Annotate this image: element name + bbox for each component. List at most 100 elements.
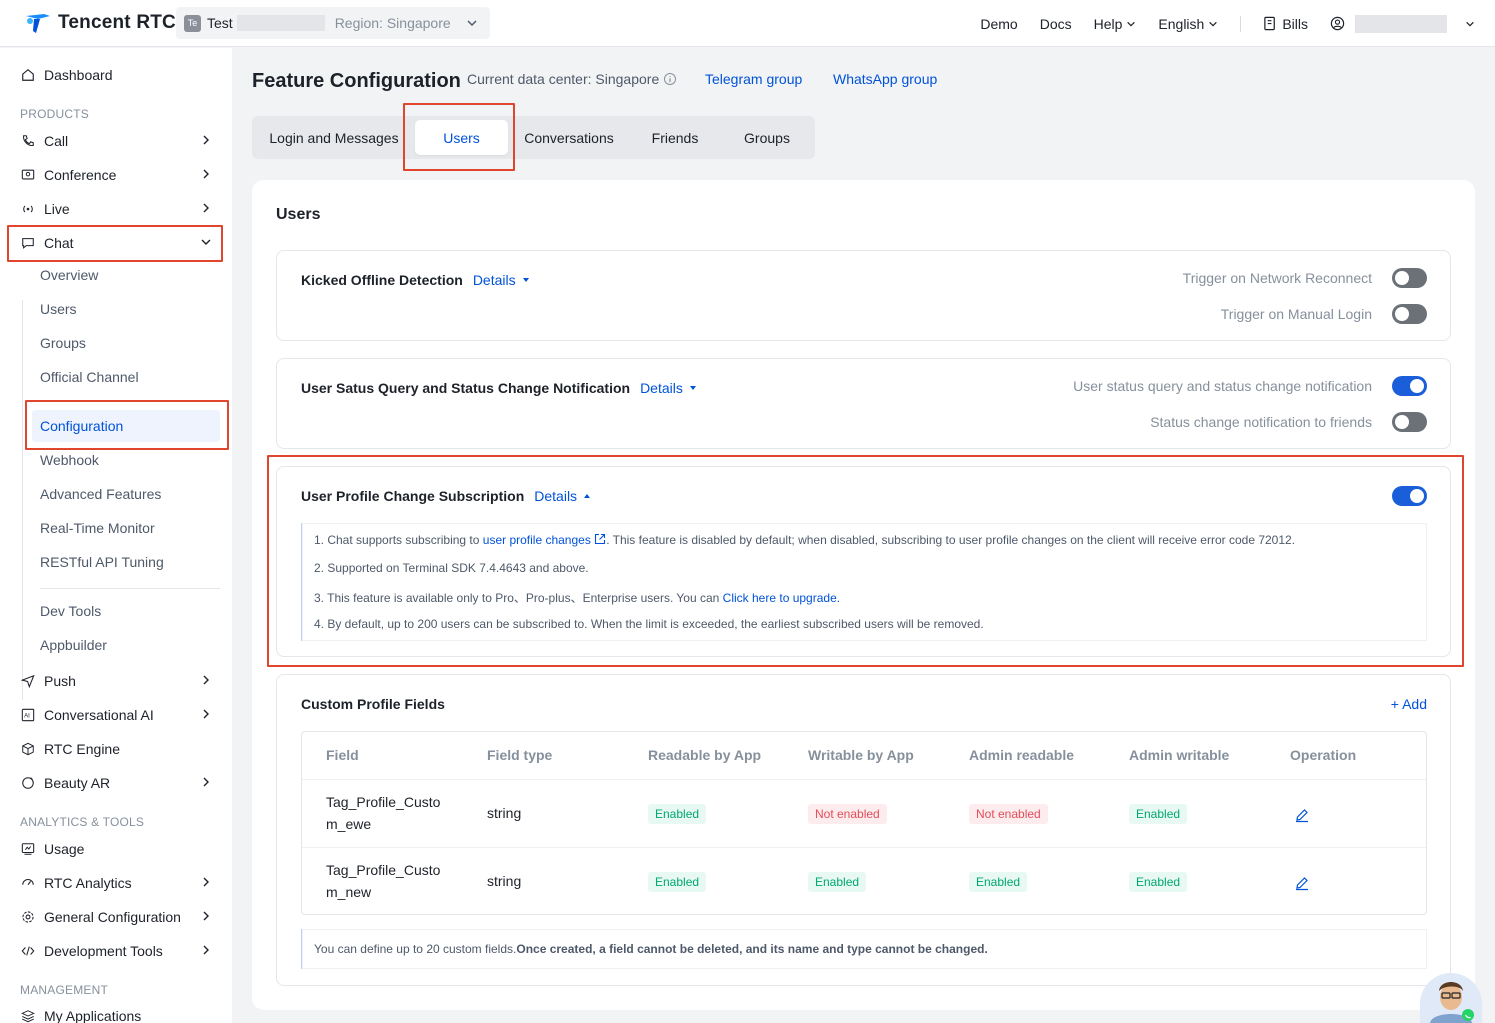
sidebar-item-general-configuration[interactable]: General Configuration [20, 902, 220, 932]
application-switcher[interactable]: Te Test Region: Singapore [176, 7, 490, 39]
sidebar-item-restful-api-tuning[interactable]: RESTful API Tuning [40, 547, 164, 577]
sidebar-item-my-applications[interactable]: My Applications [20, 1001, 220, 1023]
beauty-icon [20, 775, 36, 791]
feature-user-profile-subscription: User Profile Change Subscription Details… [276, 466, 1451, 657]
sidebar-item-appbuilder[interactable]: Appbuilder [40, 630, 107, 660]
sidebar-divider [40, 588, 220, 589]
info-icon[interactable] [663, 72, 677, 86]
details-toggle[interactable]: Details [473, 272, 530, 288]
manual-login-switch[interactable] [1392, 304, 1427, 324]
user-profile-changes-link[interactable]: user profile changes [483, 533, 591, 547]
status-query-switch[interactable] [1392, 376, 1427, 396]
nav-demo[interactable]: Demo [980, 16, 1017, 32]
sidebar-item-rtc-analytics[interactable]: RTC Analytics [20, 868, 220, 898]
field-type: string [487, 805, 522, 821]
tab-groups[interactable]: Groups [728, 116, 806, 159]
field-name: Tag_Profile_Custo m_new [326, 859, 440, 903]
tab-login-and-messages[interactable]: Login and Messages [260, 116, 408, 159]
nav-language[interactable]: English [1158, 16, 1218, 32]
field-name-line: m_new [326, 884, 372, 900]
submenu-guide-line [22, 300, 23, 700]
edit-icon[interactable] [1294, 807, 1310, 823]
top-navigation: Demo Docs Help English Bills [958, 0, 1475, 47]
feature-title-text: User Satus Query and Status Change Notif… [301, 380, 631, 396]
telegram-group-link[interactable]: Telegram group [705, 71, 802, 87]
sidebar-item-real-time-monitor[interactable]: Real-Time Monitor [40, 513, 155, 543]
account-menu[interactable] [1330, 14, 1475, 33]
sidebar-item-live[interactable]: Live [20, 194, 220, 224]
column-header: Writable by App [808, 747, 914, 763]
sidebar-item-development-tools[interactable]: Development Tools [20, 936, 220, 966]
nav-bills-label: Bills [1282, 15, 1308, 32]
sidebar-item-dashboard[interactable]: Dashboard [20, 60, 220, 90]
note-text: . [836, 591, 841, 605]
details-toggle[interactable]: Details [640, 380, 697, 396]
sidebar-item-overview[interactable]: Overview [40, 260, 98, 290]
cube-icon [20, 741, 36, 757]
sidebar-item-conference[interactable]: Conference [20, 160, 220, 190]
row-divider [302, 779, 1426, 780]
toggle-label: Trigger on Network Reconnect [1182, 270, 1372, 286]
chevron-down-icon [1466, 21, 1474, 27]
nav-help[interactable]: Help [1094, 16, 1137, 32]
sidebar-section-products: PRODUCTS [20, 107, 89, 121]
sidebar-item-push[interactable]: Push [20, 666, 220, 696]
chevron-right-icon [203, 777, 209, 787]
sidebar: Dashboard PRODUCTS Call Conference Live … [0, 48, 232, 1023]
feature-title: Custom Profile Fields [301, 696, 445, 712]
sidebar-item-users[interactable]: Users [40, 294, 77, 324]
page-title: Feature Configuration [252, 70, 461, 92]
add-field-button[interactable]: + Add [1391, 696, 1427, 712]
sidebar-item-dev-tools[interactable]: Dev Tools [40, 596, 101, 626]
nav-bills[interactable]: Bills [1263, 16, 1308, 32]
status-badge: Enabled [1129, 872, 1188, 892]
friends-notification-switch[interactable] [1392, 412, 1427, 432]
sidebar-item-call[interactable]: Call [20, 126, 220, 156]
status-badge: Enabled [648, 872, 707, 892]
sidebar-item-label: Live [44, 201, 70, 217]
caret-up-icon [584, 494, 591, 498]
network-reconnect-switch[interactable] [1392, 268, 1427, 288]
tab-conversations[interactable]: Conversations [514, 116, 624, 159]
sidebar-item-conversational-ai[interactable]: AI Conversational AI [20, 700, 220, 730]
upgrade-link[interactable]: Click here to upgrade [723, 591, 837, 605]
redacted-account-name [1355, 14, 1447, 33]
sidebar-item-rtc-engine[interactable]: RTC Engine [20, 734, 220, 764]
whatsapp-group-link[interactable]: WhatsApp group [833, 71, 937, 87]
column-header: Operation [1290, 747, 1357, 763]
tab-users[interactable]: Users [415, 120, 508, 155]
sidebar-item-beauty-ar[interactable]: Beauty AR [20, 768, 220, 798]
chevron-down-icon [467, 20, 477, 27]
note-text: 3. This feature is available only to Pro… [314, 591, 723, 605]
row-divider [302, 847, 1426, 848]
field-name-line: Tag_Profile_Custo [326, 794, 441, 810]
column-header: Readable by App [648, 747, 762, 763]
status-badge: Enabled [969, 872, 1028, 892]
top-bar: Tencent RTC Te Test Region: Singapore De… [0, 0, 1495, 47]
sidebar-item-chat[interactable]: Chat [20, 228, 220, 258]
custom-fields-table: Field Field type Readable by App Writabl… [301, 731, 1427, 915]
tab-friends[interactable]: Friends [637, 116, 713, 159]
sidebar-item-groups[interactable]: Groups [40, 328, 86, 358]
sidebar-item-official-channel[interactable]: Official Channel [40, 362, 139, 392]
edit-icon[interactable] [1294, 875, 1310, 891]
sidebar-item-webhook[interactable]: Webhook [40, 445, 99, 475]
sidebar-item-configuration[interactable]: Configuration [40, 411, 123, 441]
nav-docs[interactable]: Docs [1040, 16, 1072, 32]
profile-subscription-switch[interactable] [1392, 486, 1427, 506]
nav-help-label: Help [1093, 15, 1123, 32]
toggle-row [1392, 486, 1427, 506]
external-link-icon[interactable] [594, 533, 606, 545]
note-4: 4. By default, up to 200 users can be su… [314, 617, 984, 631]
feature-title-text: Custom Profile Fields [301, 696, 445, 712]
note-3: 3. This feature is available only to Pro… [314, 589, 840, 606]
custom-fields-tip: You can define up to 20 custom fields. On… [301, 929, 1427, 969]
sidebar-item-advanced-features[interactable]: Advanced Features [40, 479, 161, 509]
brand-logo[interactable]: Tencent RTC [24, 11, 176, 35]
note-text: . This feature is disabled by default; w… [606, 533, 1296, 547]
field-name-line: Tag_Profile_Custo [326, 862, 441, 878]
chevron-right-icon [203, 675, 209, 685]
user-icon [1330, 16, 1345, 31]
sidebar-item-usage[interactable]: Usage [20, 834, 220, 864]
details-toggle[interactable]: Details [534, 488, 591, 504]
